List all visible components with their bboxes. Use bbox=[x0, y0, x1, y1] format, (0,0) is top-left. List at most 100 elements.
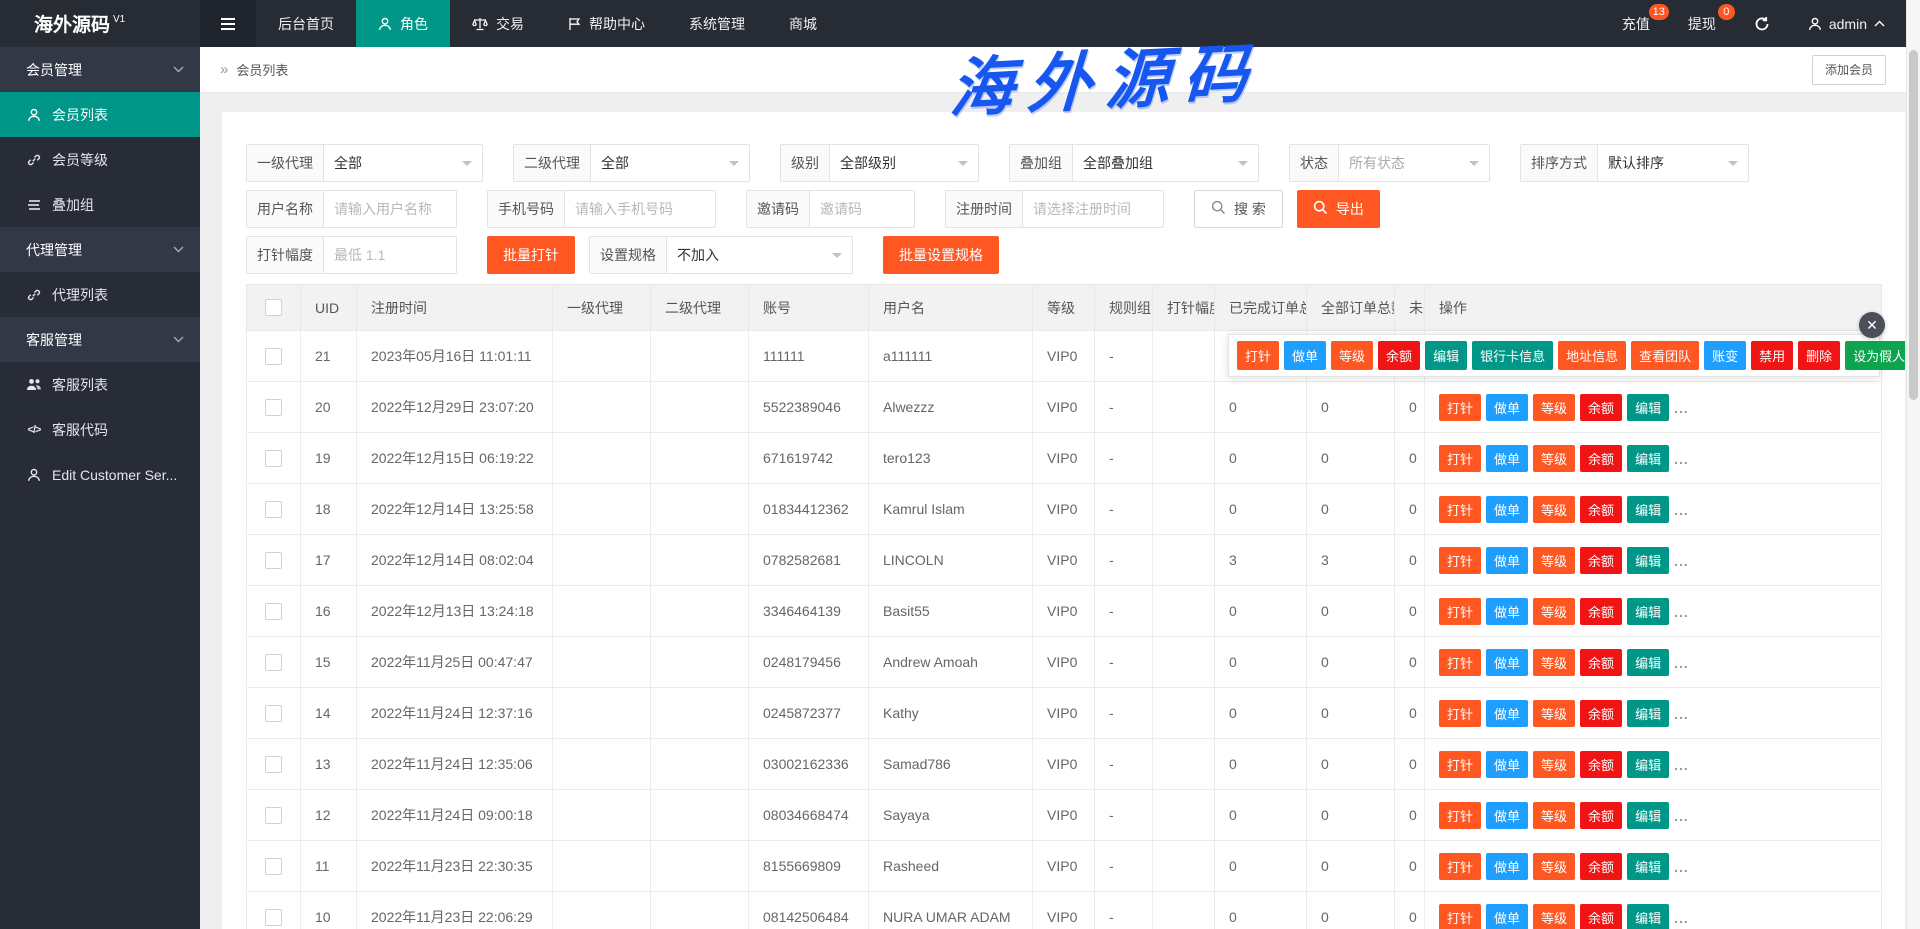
row-action-button[interactable]: 打针 bbox=[1439, 547, 1481, 574]
amplitude-input[interactable] bbox=[324, 237, 456, 273]
row-action-button[interactable]: 等级 bbox=[1533, 649, 1575, 676]
select-all-checkbox[interactable] bbox=[265, 299, 282, 316]
invite-code-input[interactable] bbox=[810, 191, 914, 227]
row-action-button[interactable]: 打针 bbox=[1439, 700, 1481, 727]
row-action-button[interactable]: 等级 bbox=[1533, 547, 1575, 574]
row-action-button[interactable]: 编辑 bbox=[1627, 496, 1669, 523]
popup-action-button[interactable]: 银行卡信息 bbox=[1472, 341, 1553, 370]
row-action-button[interactable]: 编辑 bbox=[1627, 904, 1669, 929]
nav-item-dashboard[interactable]: 后台首页 bbox=[256, 0, 356, 47]
scrollbar-thumb[interactable] bbox=[1909, 50, 1918, 400]
row-action-button[interactable]: 做单 bbox=[1486, 751, 1528, 778]
search-button[interactable]: 搜 索 bbox=[1194, 190, 1283, 228]
vertical-scrollbar[interactable] bbox=[1906, 0, 1920, 929]
row-action-button[interactable]: 编辑 bbox=[1627, 547, 1669, 574]
row-action-button[interactable]: 余额 bbox=[1580, 700, 1622, 727]
row-checkbox[interactable] bbox=[265, 705, 282, 722]
row-action-button[interactable]: 等级 bbox=[1533, 598, 1575, 625]
row-action-button[interactable]: 余额 bbox=[1580, 751, 1622, 778]
nav-item-mall[interactable]: 商城 bbox=[767, 0, 839, 47]
sidebar-group-member-management[interactable]: 会员管理 bbox=[0, 47, 200, 92]
sidebar-item-service-list[interactable]: 客服列表 bbox=[0, 362, 200, 407]
row-action-button[interactable]: 打针 bbox=[1439, 598, 1481, 625]
nav-item-system[interactable]: 系统管理 bbox=[667, 0, 767, 47]
row-action-button[interactable]: 余额 bbox=[1580, 802, 1622, 829]
row-action-button[interactable]: 等级 bbox=[1533, 394, 1575, 421]
recharge-link[interactable]: 充值 13 bbox=[1603, 0, 1669, 47]
row-action-button[interactable]: 编辑 bbox=[1627, 853, 1669, 880]
sidebar-item-service-code[interactable]: </> 客服代码 bbox=[0, 407, 200, 452]
row-action-button[interactable]: 打针 bbox=[1439, 802, 1481, 829]
stack-group-select[interactable]: 全部叠加组 bbox=[1073, 145, 1258, 181]
row-checkbox[interactable] bbox=[265, 450, 282, 467]
sidebar-group-agent-management[interactable]: 代理管理 bbox=[0, 227, 200, 272]
row-action-button[interactable]: 余额 bbox=[1580, 394, 1622, 421]
sidebar-item-stack-group[interactable]: 叠加组 bbox=[0, 182, 200, 227]
row-action-button[interactable]: 等级 bbox=[1533, 904, 1575, 929]
reg-time-input[interactable] bbox=[1023, 191, 1163, 227]
row-checkbox[interactable] bbox=[265, 399, 282, 416]
row-action-button[interactable]: 做单 bbox=[1486, 445, 1528, 472]
popup-action-button[interactable]: 设为假人 bbox=[1845, 341, 1905, 370]
row-action-button[interactable]: 余额 bbox=[1580, 649, 1622, 676]
more-actions-button[interactable]: ... bbox=[1674, 808, 1689, 824]
row-action-button[interactable]: 余额 bbox=[1580, 496, 1622, 523]
popup-action-button[interactable]: 账变 bbox=[1704, 341, 1746, 370]
nav-item-help[interactable]: 帮助中心 bbox=[546, 0, 667, 47]
row-checkbox[interactable] bbox=[265, 552, 282, 569]
row-action-button[interactable]: 等级 bbox=[1533, 751, 1575, 778]
agent2-select[interactable]: 全部 bbox=[591, 145, 749, 181]
row-action-button[interactable]: 编辑 bbox=[1627, 751, 1669, 778]
menu-collapse-button[interactable] bbox=[200, 0, 256, 47]
popup-action-button[interactable]: 编辑 bbox=[1425, 341, 1467, 370]
phone-input[interactable] bbox=[565, 191, 715, 227]
status-select[interactable]: 所有状态 bbox=[1339, 145, 1489, 181]
agent1-select[interactable]: 全部 bbox=[324, 145, 482, 181]
user-menu[interactable]: admin bbox=[1789, 0, 1904, 47]
row-action-button[interactable]: 编辑 bbox=[1627, 700, 1669, 727]
sidebar-item-edit-customer-service[interactable]: Edit Customer Ser... bbox=[0, 452, 200, 497]
popup-action-button[interactable]: 打针 bbox=[1237, 341, 1279, 370]
row-checkbox[interactable] bbox=[265, 909, 282, 926]
row-action-button[interactable]: 余额 bbox=[1580, 445, 1622, 472]
row-action-button[interactable]: 打针 bbox=[1439, 649, 1481, 676]
add-member-button[interactable]: 添加会员 bbox=[1812, 55, 1886, 85]
more-actions-button[interactable]: ... bbox=[1674, 451, 1689, 467]
row-checkbox[interactable] bbox=[265, 654, 282, 671]
row-action-button[interactable]: 打针 bbox=[1439, 394, 1481, 421]
row-action-button[interactable]: 打针 bbox=[1439, 751, 1481, 778]
row-action-button[interactable]: 打针 bbox=[1439, 445, 1481, 472]
popup-action-button[interactable]: 余额 bbox=[1378, 341, 1420, 370]
more-actions-button[interactable]: ... bbox=[1674, 910, 1689, 926]
row-checkbox[interactable] bbox=[265, 756, 282, 773]
popup-action-button[interactable]: 等级 bbox=[1331, 341, 1373, 370]
more-actions-button[interactable]: ... bbox=[1674, 655, 1689, 671]
row-action-button[interactable]: 等级 bbox=[1533, 853, 1575, 880]
row-action-button[interactable]: 等级 bbox=[1533, 700, 1575, 727]
nav-item-roles[interactable]: 角色 bbox=[356, 0, 450, 47]
row-checkbox[interactable] bbox=[265, 858, 282, 875]
row-action-button[interactable]: 编辑 bbox=[1627, 394, 1669, 421]
batch-spec-button[interactable]: 批量设置规格 bbox=[883, 236, 999, 274]
row-checkbox[interactable] bbox=[265, 501, 282, 518]
refresh-button[interactable] bbox=[1735, 0, 1789, 47]
row-action-button[interactable]: 编辑 bbox=[1627, 445, 1669, 472]
row-action-button[interactable]: 打针 bbox=[1439, 496, 1481, 523]
popup-action-button[interactable]: 禁用 bbox=[1751, 341, 1793, 370]
row-action-button[interactable]: 等级 bbox=[1533, 802, 1575, 829]
popup-close-button[interactable]: ✕ bbox=[1859, 312, 1885, 338]
row-action-button[interactable]: 余额 bbox=[1580, 598, 1622, 625]
row-action-button[interactable]: 等级 bbox=[1533, 445, 1575, 472]
row-action-button[interactable]: 等级 bbox=[1533, 496, 1575, 523]
row-action-button[interactable]: 打针 bbox=[1439, 853, 1481, 880]
batch-inject-button[interactable]: 批量打针 bbox=[487, 236, 575, 274]
row-action-button[interactable]: 打针 bbox=[1439, 904, 1481, 929]
row-action-button[interactable]: 编辑 bbox=[1627, 649, 1669, 676]
popup-action-button[interactable]: 做单 bbox=[1284, 341, 1326, 370]
more-actions-button[interactable]: ... bbox=[1674, 502, 1689, 518]
more-actions-button[interactable]: ... bbox=[1674, 757, 1689, 773]
row-action-button[interactable]: 做单 bbox=[1486, 547, 1528, 574]
row-action-button[interactable]: 做单 bbox=[1486, 649, 1528, 676]
row-action-button[interactable]: 做单 bbox=[1486, 853, 1528, 880]
sort-select[interactable]: 默认排序 bbox=[1598, 145, 1748, 181]
